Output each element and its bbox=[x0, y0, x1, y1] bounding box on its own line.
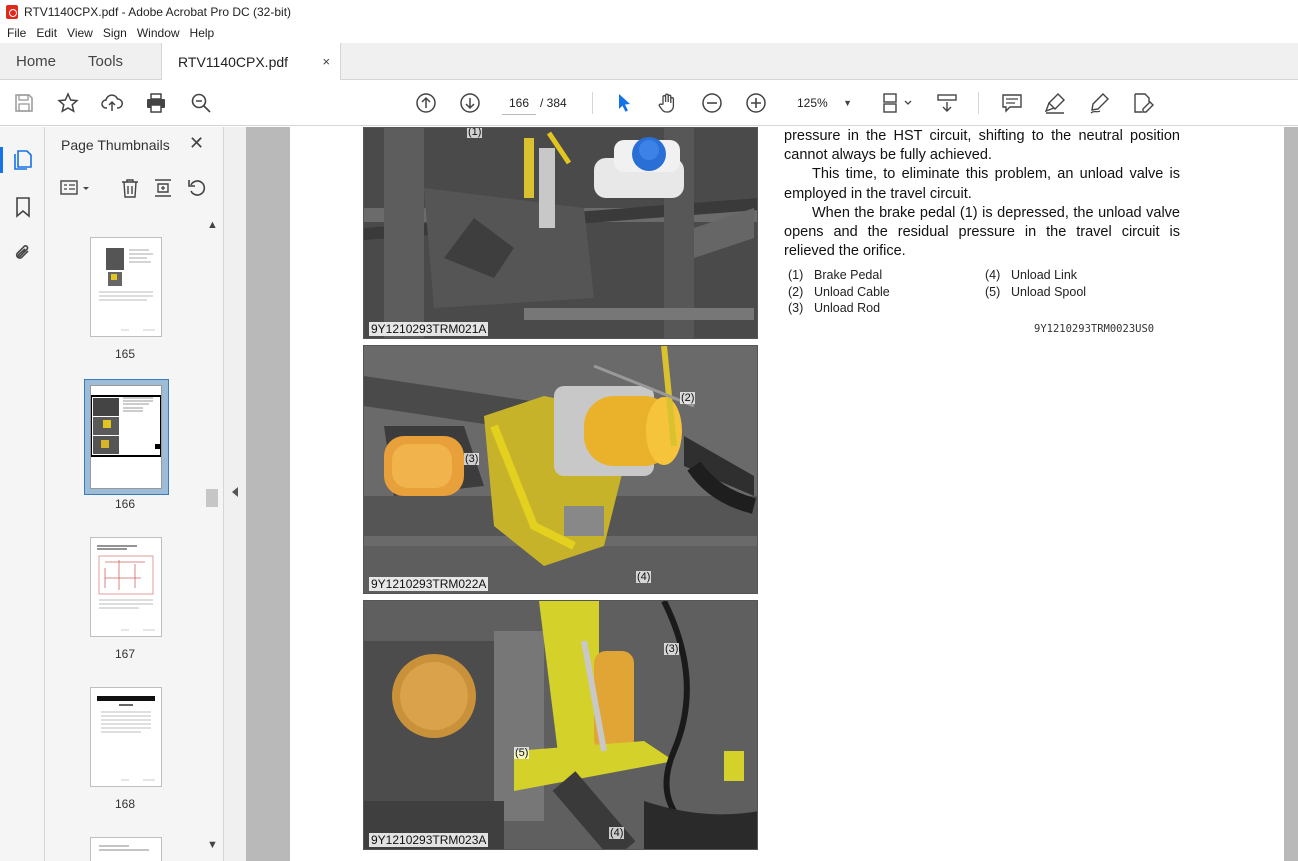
menu-window[interactable]: Window bbox=[132, 26, 185, 40]
thumbnail-label: 168 bbox=[114, 797, 136, 811]
zoom-in-icon[interactable] bbox=[744, 91, 768, 115]
chevron-down-icon: ▼ bbox=[843, 98, 852, 108]
thumbnail-page-165[interactable] bbox=[90, 237, 162, 337]
collapse-panel-arrow-icon[interactable] bbox=[232, 487, 238, 497]
callout-label: (5) bbox=[514, 747, 530, 759]
toolbar-divider bbox=[978, 92, 979, 114]
panel-close-icon[interactable]: ✕ bbox=[189, 133, 204, 154]
body-text: pressure in the HST circuit, shifting to… bbox=[784, 127, 1180, 261]
callout-label: (3) bbox=[464, 453, 480, 465]
figure-caption: 9Y1210293TRM021A bbox=[369, 322, 489, 336]
rotate-page-icon[interactable] bbox=[186, 177, 208, 199]
pdf-page: (1) 9Y1210293TRM021A (2) (3) (4) 9Y12102… bbox=[290, 127, 1284, 861]
toolbar-divider bbox=[592, 92, 593, 114]
tab-document-label: RTV1140CPX.pdf bbox=[178, 53, 289, 70]
title-bar: RTV1140CPX.pdf - Adobe Acrobat Pro DC (3… bbox=[0, 0, 1298, 23]
zoom-level-select[interactable]: 125% ▼ bbox=[790, 91, 856, 115]
panel-collapse-strip[interactable] bbox=[224, 127, 246, 861]
thumbnail-label: 166 bbox=[114, 497, 136, 511]
attachments-paperclip-icon[interactable] bbox=[11, 241, 35, 265]
page-thumbnails-panel: Page Thumbnails ✕ ▲ ▼ 165 166 167 168 bbox=[45, 127, 224, 861]
thumbnail-page-168[interactable] bbox=[90, 687, 162, 787]
page-number-input[interactable]: 166 bbox=[502, 91, 536, 115]
navigation-rail bbox=[0, 127, 45, 861]
acrobat-app-icon bbox=[6, 4, 18, 19]
bookmarks-icon[interactable] bbox=[11, 195, 35, 219]
comment-icon[interactable] bbox=[1000, 91, 1024, 115]
figure-caption: 9Y1210293TRM022A bbox=[369, 577, 489, 591]
tab-close-icon[interactable]: × bbox=[322, 54, 330, 69]
window-title: RTV1140CPX.pdf - Adobe Acrobat Pro DC (3… bbox=[24, 4, 292, 19]
page-display-icon[interactable] bbox=[880, 91, 914, 115]
figure-unload-spool: (3) (5) (4) 9Y1210293TRM023A bbox=[363, 600, 758, 850]
tab-home[interactable]: Home bbox=[0, 43, 72, 79]
scrolling-mode-icon[interactable] bbox=[935, 91, 959, 115]
menu-file[interactable]: File bbox=[2, 26, 31, 40]
menu-bar: File Edit View Sign Window Help bbox=[0, 23, 1298, 43]
menu-help[interactable]: Help bbox=[185, 26, 220, 40]
hand-tool-icon[interactable] bbox=[656, 91, 680, 115]
panel-title: Page Thumbnails bbox=[61, 137, 170, 153]
figure-brake-pedal: (1) 9Y1210293TRM021A bbox=[363, 127, 758, 339]
callout-label: (4) bbox=[609, 827, 625, 839]
callout-label: (4) bbox=[636, 571, 652, 583]
next-page-icon[interactable] bbox=[458, 91, 482, 115]
legend-item: (3) Unload Rod bbox=[788, 301, 881, 315]
menu-sign[interactable]: Sign bbox=[98, 26, 132, 40]
thumbnail-label: 167 bbox=[114, 647, 136, 661]
paragraph: This time, to eliminate this problem, an… bbox=[784, 166, 1180, 202]
page-thumbnails-icon[interactable] bbox=[11, 148, 35, 172]
paragraph: pressure in the HST circuit, shifting to… bbox=[784, 128, 1180, 164]
highlight-pen-icon[interactable] bbox=[1043, 91, 1067, 115]
main-toolbar: 166 / 384 125% ▼ bbox=[0, 80, 1298, 126]
thumbnail-page-169[interactable] bbox=[90, 837, 162, 861]
paragraph: When the brake pedal (1) is depressed, t… bbox=[784, 204, 1180, 260]
bookmark-star-icon[interactable] bbox=[56, 91, 80, 115]
previous-page-icon[interactable] bbox=[414, 91, 438, 115]
legend-item: (5) Unload Spool bbox=[985, 284, 1087, 299]
figure-caption: 9Y1210293TRM023A bbox=[369, 833, 489, 847]
legend-item: (4) Unload Link bbox=[985, 268, 1078, 282]
delete-page-icon[interactable] bbox=[119, 177, 141, 199]
scroll-up-icon[interactable]: ▲ bbox=[207, 219, 218, 231]
legend-item: (2) Unload Cable bbox=[788, 284, 890, 299]
page-total: / 384 bbox=[540, 96, 567, 110]
thumbnail-options-icon[interactable] bbox=[59, 177, 93, 199]
callout-label: (2) bbox=[680, 392, 696, 404]
thumbnail-label: 165 bbox=[114, 347, 136, 361]
zoom-level-value: 125% bbox=[797, 96, 828, 110]
tab-bar: Home Tools RTV1140CPX.pdf × bbox=[0, 43, 1298, 80]
figure-unload-cable: (2) (3) (4) 9Y1210293TRM022A bbox=[363, 345, 758, 594]
upload-cloud-icon[interactable] bbox=[100, 91, 124, 115]
edit-pdf-icon[interactable] bbox=[1131, 91, 1155, 115]
save-icon[interactable] bbox=[12, 91, 36, 115]
scroll-down-icon[interactable]: ▼ bbox=[207, 839, 218, 851]
callout-label: (3) bbox=[664, 643, 680, 655]
thumbnail-scrollbar[interactable]: ▲ ▼ bbox=[204, 219, 220, 859]
zoom-search-icon[interactable] bbox=[189, 91, 213, 115]
legend-item: (1) Brake Pedal bbox=[788, 268, 883, 282]
print-icon[interactable] bbox=[144, 91, 168, 115]
tab-tools[interactable]: Tools bbox=[72, 43, 139, 79]
draw-sign-icon[interactable] bbox=[1087, 91, 1111, 115]
zoom-out-icon[interactable] bbox=[700, 91, 724, 115]
thumbnail-page-166[interactable] bbox=[90, 385, 162, 489]
menu-view[interactable]: View bbox=[62, 26, 98, 40]
document-reference-code: 9Y1210293TRM0023US0 bbox=[1034, 323, 1155, 335]
select-cursor-icon[interactable] bbox=[612, 91, 636, 115]
scrollbar-thumb[interactable] bbox=[206, 489, 218, 507]
rail-active-indicator bbox=[0, 147, 3, 173]
thumbnail-page-167[interactable] bbox=[90, 537, 162, 637]
document-viewport[interactable]: (1) 9Y1210293TRM021A (2) (3) (4) 9Y12102… bbox=[246, 127, 1298, 861]
tab-document[interactable]: RTV1140CPX.pdf × bbox=[161, 43, 342, 80]
insert-page-icon[interactable] bbox=[152, 177, 174, 199]
menu-edit[interactable]: Edit bbox=[31, 26, 62, 40]
callout-label: (1) bbox=[467, 127, 483, 138]
